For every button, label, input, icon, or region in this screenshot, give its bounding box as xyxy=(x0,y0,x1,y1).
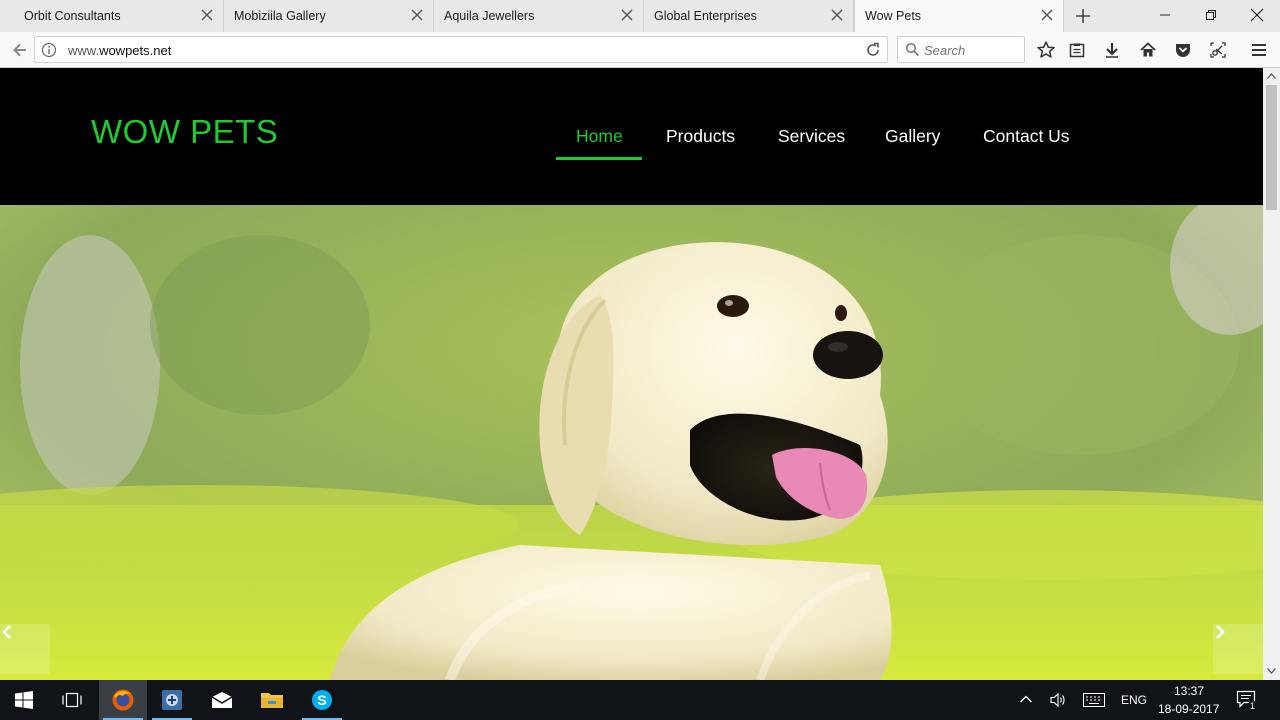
previous-slide-button[interactable] xyxy=(0,624,50,674)
chevron-right-icon xyxy=(1216,625,1225,639)
reload-icon[interactable] xyxy=(865,42,881,63)
nav-item-services[interactable]: Services xyxy=(778,126,845,147)
clock-time[interactable]: 13:37 xyxy=(1174,684,1204,698)
taskbar-firefox[interactable] xyxy=(99,680,147,720)
firefox-icon xyxy=(112,689,134,711)
close-icon[interactable] xyxy=(1039,7,1055,23)
download-arrow-icon xyxy=(1106,43,1118,58)
pocket-icon xyxy=(1176,44,1190,57)
skype-icon: S xyxy=(312,690,332,710)
taskbar-mail[interactable] xyxy=(198,680,246,720)
app-icon xyxy=(162,690,182,710)
nav-item-home[interactable]: Home xyxy=(576,126,623,147)
nav-item-contact-us[interactable]: Contact Us xyxy=(983,126,1070,147)
address-bar[interactable]: www.wowpets.net xyxy=(34,36,888,63)
search-icon xyxy=(905,42,920,62)
search-placeholder: Search xyxy=(924,43,966,58)
windows-taskbar: S ENG 13:37 18-09-2017 1 xyxy=(0,680,1280,720)
scroll-down-icon[interactable] xyxy=(1266,667,1277,675)
windows-logo-icon xyxy=(15,691,33,709)
taskbar-file-explorer[interactable] xyxy=(248,680,296,720)
folder-icon xyxy=(261,693,283,708)
tab-label: Global Enterprises xyxy=(654,9,757,23)
home-icon xyxy=(1140,42,1156,57)
scroll-up-icon[interactable] xyxy=(1266,72,1277,80)
search-box[interactable]: Search xyxy=(897,36,1025,63)
page-scrollbar[interactable] xyxy=(1263,68,1280,680)
active-nav-underline xyxy=(556,157,642,160)
back-arrow-icon xyxy=(13,43,26,57)
reading-list-button[interactable] xyxy=(1065,38,1089,62)
task-view-icon xyxy=(62,692,82,708)
hamburger-menu-icon xyxy=(1252,44,1266,56)
tab-label: Wow Pets xyxy=(865,9,922,23)
scissors-icon xyxy=(1210,42,1226,58)
site-logo[interactable]: WOW PETS xyxy=(91,113,278,151)
menu-button[interactable] xyxy=(1247,38,1271,62)
next-slide-button[interactable] xyxy=(1213,624,1263,674)
hero-slider xyxy=(0,205,1263,680)
tab-mobiziila-gallery[interactable]: Mobiziila Gallery xyxy=(224,0,434,32)
tab-wow-pets[interactable]: Wow Pets xyxy=(854,0,1064,32)
input-language[interactable]: ENG xyxy=(1121,693,1147,707)
bookmark-star-button[interactable] xyxy=(1034,38,1058,62)
close-window-button[interactable] xyxy=(1234,0,1280,30)
screenshot-button[interactable] xyxy=(1206,38,1230,62)
home-button[interactable] xyxy=(1136,38,1160,62)
scroll-thumb[interactable] xyxy=(1266,85,1277,210)
navigation-toolbar: www.wowpets.net Search xyxy=(0,32,1280,68)
pocket-button[interactable] xyxy=(1171,38,1195,62)
notification-badge: 1 xyxy=(1247,701,1258,712)
dog-photo xyxy=(0,205,1263,680)
info-icon[interactable] xyxy=(41,42,57,63)
downloads-button[interactable] xyxy=(1100,38,1124,62)
taskbar-skype[interactable]: S xyxy=(298,680,346,720)
tab-orbit-consultants[interactable]: Orbit Consultants xyxy=(0,0,224,32)
restore-button[interactable] xyxy=(1188,0,1234,30)
new-tab-button[interactable] xyxy=(1072,5,1094,27)
tab-strip: Orbit Consultants Mobiziila Gallery Aqui… xyxy=(0,0,1280,32)
nav-item-products[interactable]: Products xyxy=(666,126,735,147)
clock-date[interactable]: 18-09-2017 xyxy=(1158,702,1219,716)
plus-icon xyxy=(1076,9,1090,23)
close-icon xyxy=(1250,8,1264,22)
start-button[interactable] xyxy=(0,680,48,720)
svg-text:S: S xyxy=(317,692,326,708)
nav-item-gallery[interactable]: Gallery xyxy=(885,126,940,147)
site-header: WOW PETS Home Products Services Gallery … xyxy=(0,68,1263,205)
clipboard-icon xyxy=(1069,43,1085,58)
tab-label: Orbit Consultants xyxy=(24,9,121,23)
keyboard-icon[interactable] xyxy=(1083,693,1105,707)
minimize-icon xyxy=(1160,14,1170,16)
tab-label: Aquila Jewellers xyxy=(444,9,535,23)
star-icon xyxy=(1037,41,1055,58)
page-viewport: WOW PETS Home Products Services Gallery … xyxy=(0,68,1263,680)
close-icon[interactable] xyxy=(409,7,425,23)
back-button[interactable] xyxy=(8,38,32,62)
task-view-button[interactable] xyxy=(48,680,96,720)
chevron-up-icon[interactable] xyxy=(1019,694,1033,704)
chevron-left-icon xyxy=(2,625,11,639)
close-icon[interactable] xyxy=(619,7,635,23)
close-icon[interactable] xyxy=(829,7,845,23)
close-icon[interactable] xyxy=(199,7,215,23)
tab-aquila-jewellers[interactable]: Aquila Jewellers xyxy=(434,0,644,32)
mail-icon xyxy=(211,692,233,708)
minimize-button[interactable] xyxy=(1142,0,1188,30)
volume-icon[interactable] xyxy=(1049,692,1067,708)
restore-icon xyxy=(1206,10,1216,20)
taskbar-app-photos[interactable] xyxy=(148,680,196,720)
action-center-button[interactable]: 1 xyxy=(1236,690,1260,712)
tab-label: Mobiziila Gallery xyxy=(234,9,326,23)
tab-global-enterprises[interactable]: Global Enterprises xyxy=(644,0,854,32)
url-text: www.wowpets.net xyxy=(68,43,172,58)
